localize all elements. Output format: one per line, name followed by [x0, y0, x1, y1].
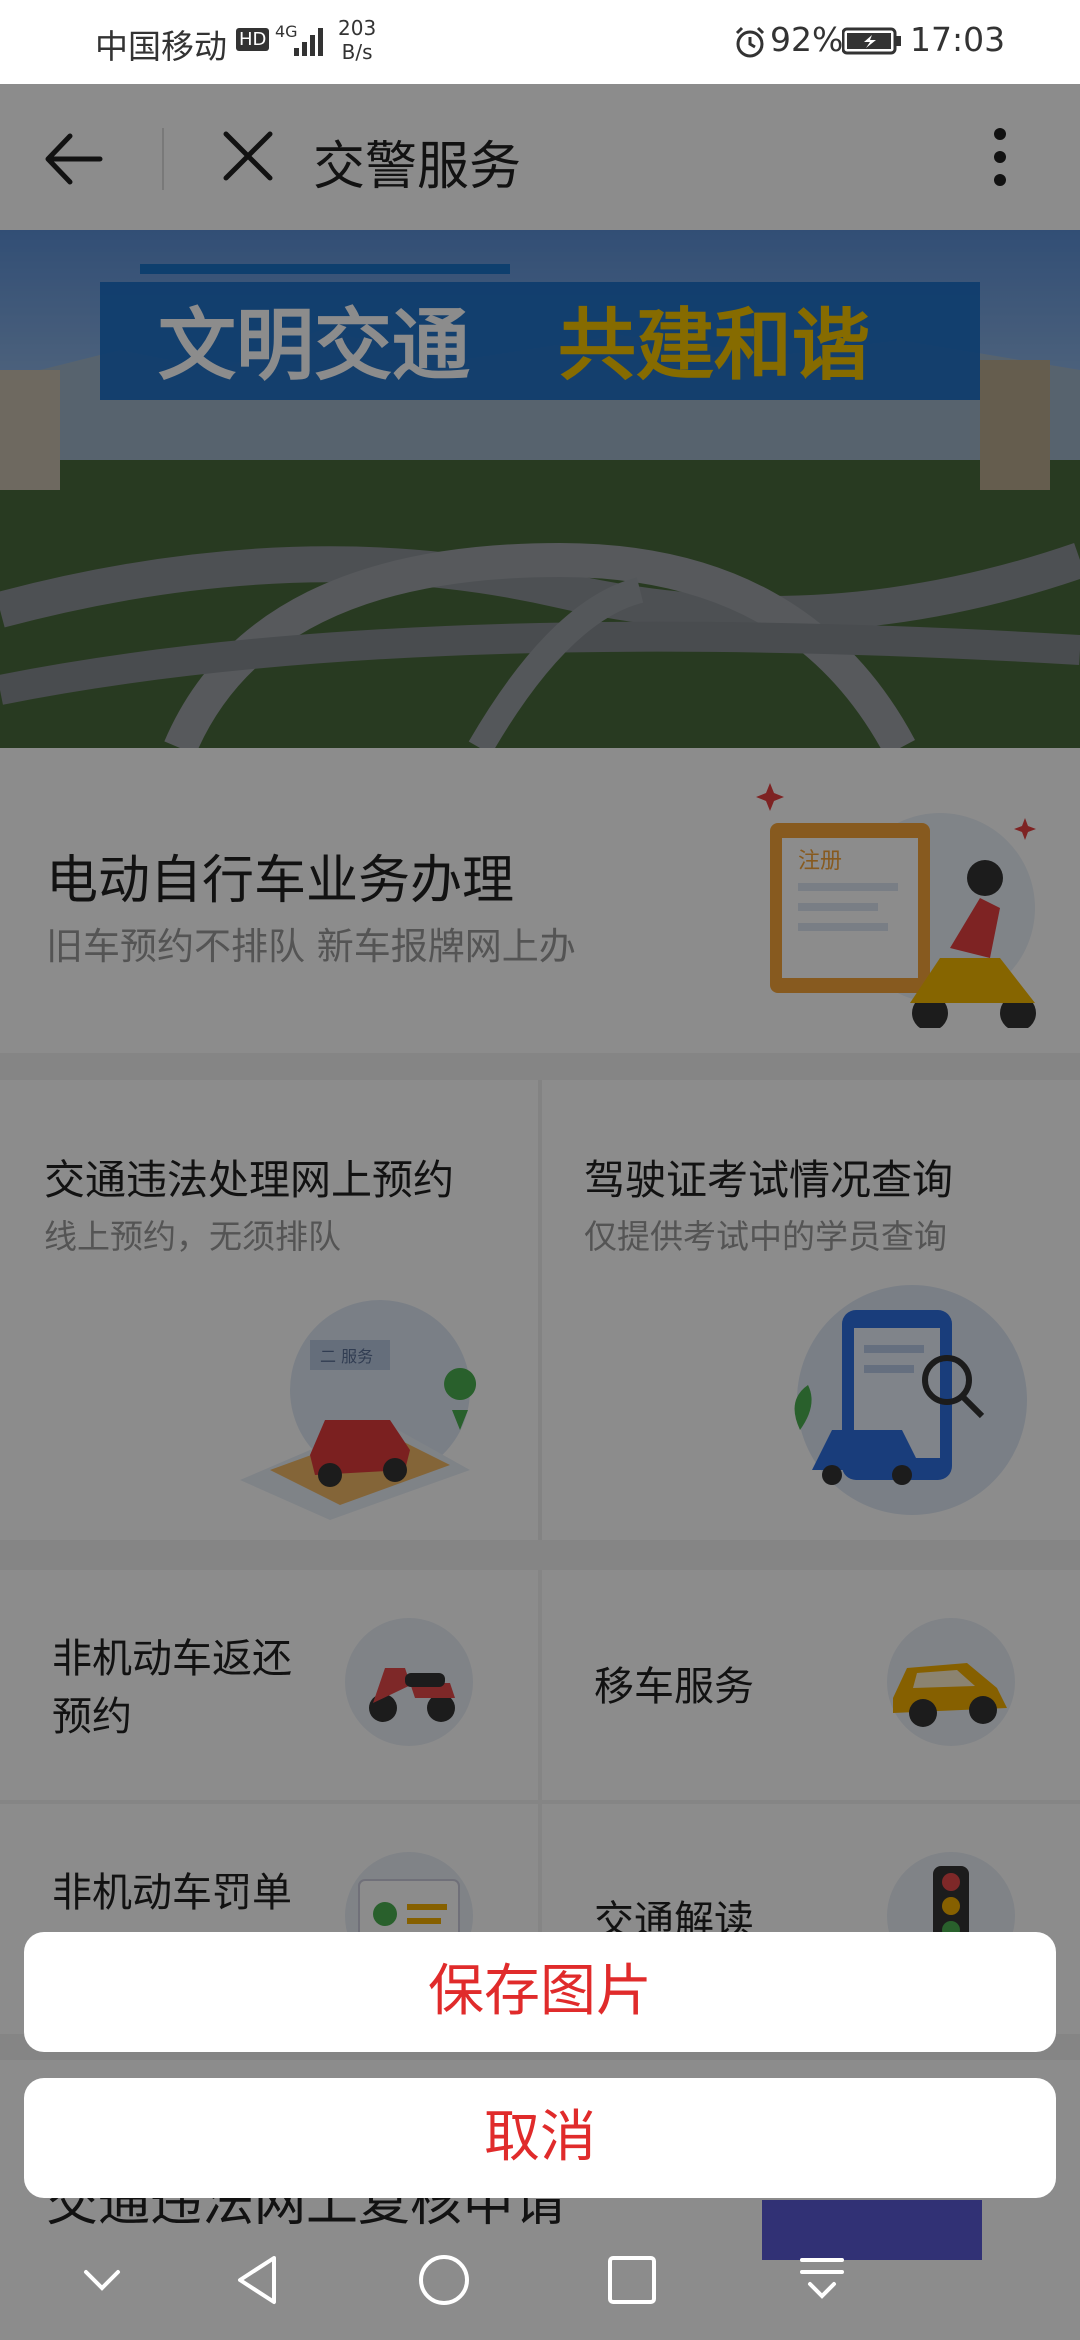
notification-pull-icon[interactable]: [794, 2252, 850, 2308]
save-image-button[interactable]: 保存图片: [24, 1932, 1056, 2052]
cancel-button[interactable]: 取消: [24, 2078, 1056, 2198]
home-circle-icon[interactable]: [416, 2252, 472, 2308]
system-nav-bar: [0, 2220, 1080, 2340]
battery-icon: [842, 27, 901, 55]
carrier-name: 中国移动: [95, 27, 227, 66]
alarm-icon: [735, 26, 765, 58]
back-triangle-icon[interactable]: [230, 2252, 286, 2308]
net-speed: 203 B/s: [338, 16, 377, 64]
recents-square-icon[interactable]: [604, 2252, 660, 2308]
status-bar: 中国移动 HD 4G 203 B/s 92% 17:03: [0, 0, 1080, 84]
clock: 17:03: [910, 20, 1006, 59]
signal-icon: [294, 28, 323, 56]
battery-percent: 92%: [770, 20, 844, 59]
hide-nav-icon[interactable]: [78, 2256, 126, 2304]
hd-badge: HD: [236, 28, 270, 51]
